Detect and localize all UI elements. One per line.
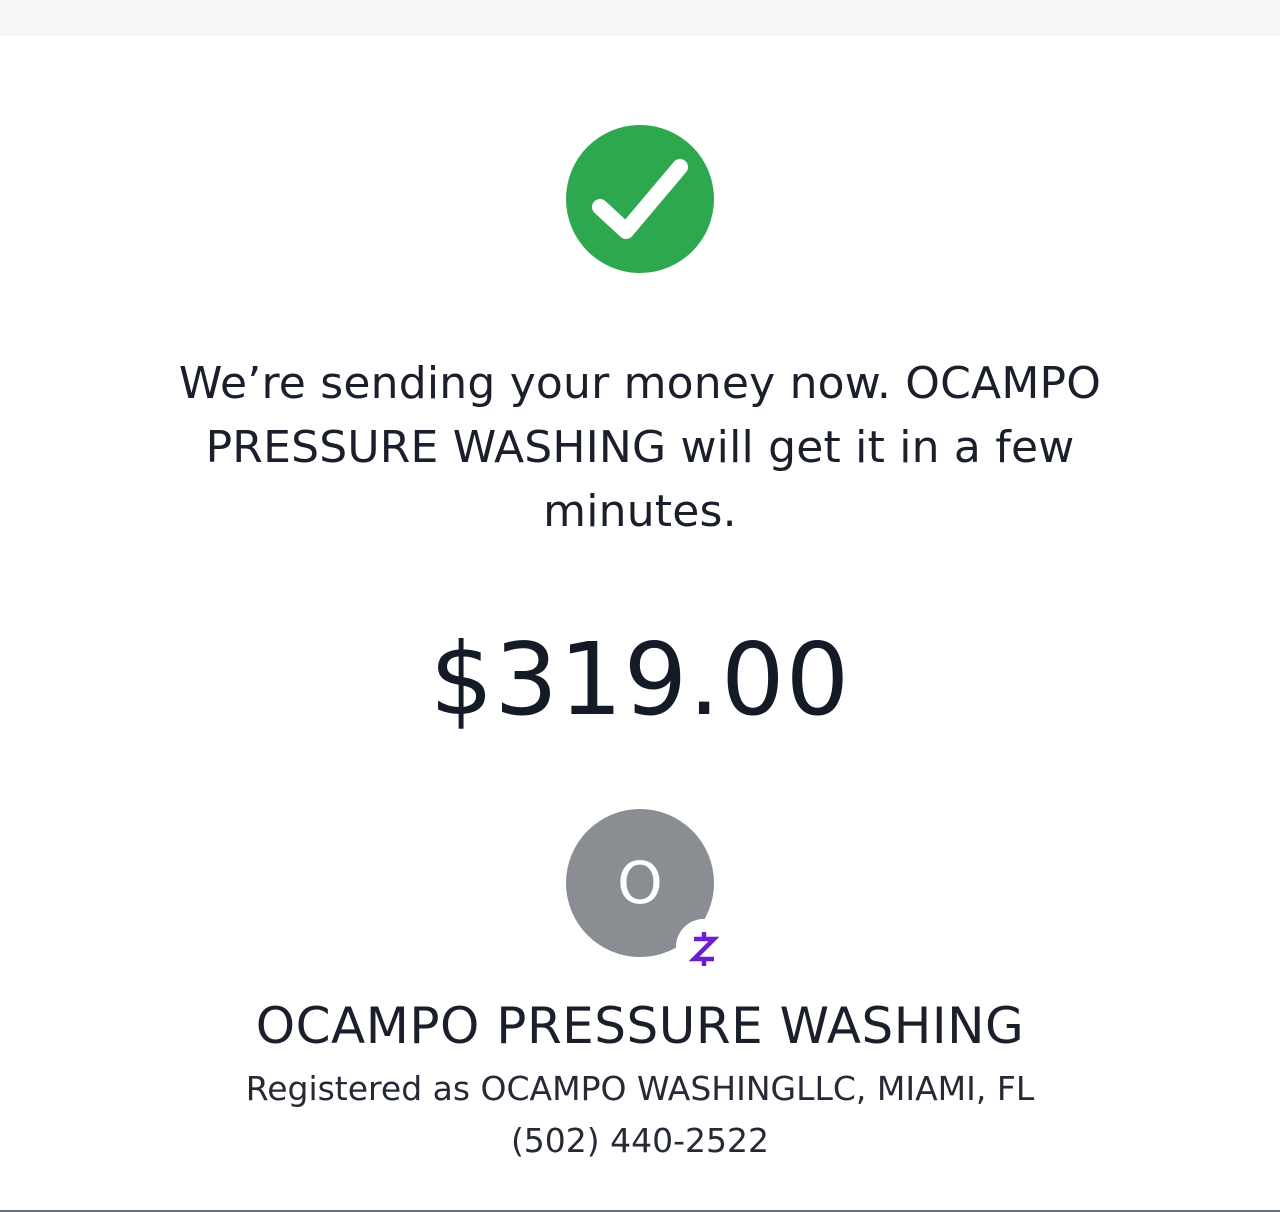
top-status-strip bbox=[0, 0, 1280, 36]
recipient-avatar-group: O bbox=[566, 809, 732, 979]
recipient-name: OCAMPO PRESSURE WASHING bbox=[255, 997, 1025, 1055]
success-checkmark-icon bbox=[566, 125, 714, 273]
zelle-icon bbox=[676, 919, 732, 975]
payment-amount: $319.00 bbox=[429, 621, 851, 738]
recipient-registration: Registered as OCAMPO WASHINGLLC, MIAMI, … bbox=[245, 1069, 1035, 1108]
sending-money-message: We’re sending your money now. OCAMPO PRE… bbox=[178, 358, 1102, 537]
recipient-phone: (502) 440-2522 bbox=[510, 1121, 770, 1160]
